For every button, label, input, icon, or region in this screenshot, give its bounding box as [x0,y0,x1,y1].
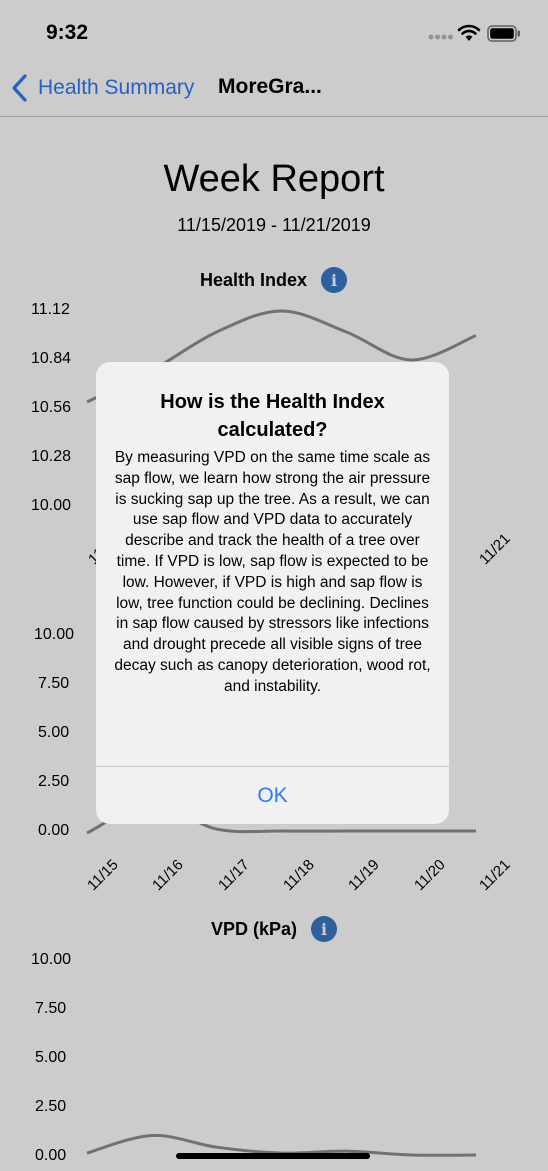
alert-title: How is the Health Index calculated? [160,391,385,441]
home-indicator[interactable] [176,1153,370,1159]
screen: 9:32 Health Summary MoreGra... Week Repo… [0,0,548,1171]
ok-button[interactable]: OK [96,767,449,824]
alert-message: By measuring VPD on the same time scale … [114,449,431,695]
alert-dialog: How is the Health Index calculated? By m… [96,362,449,824]
